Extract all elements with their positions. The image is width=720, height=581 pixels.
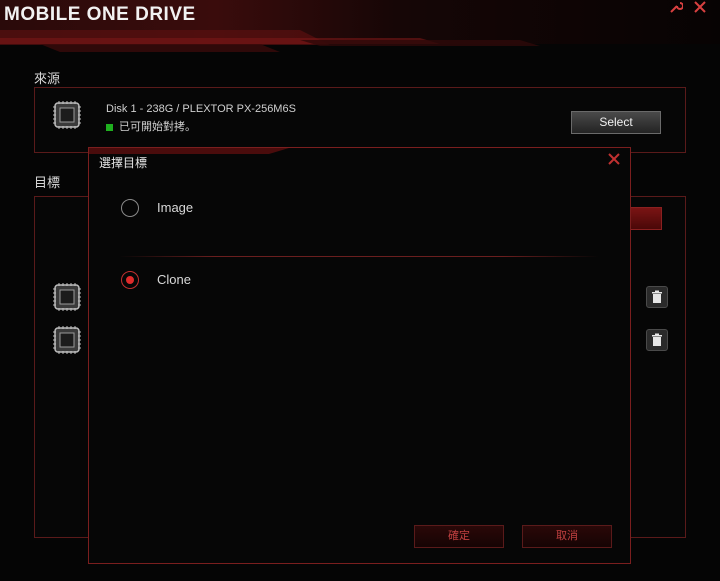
cancel-button[interactable]: 取消 [522, 525, 612, 548]
divider [119, 256, 599, 257]
select-target-dialog: 選擇目標 Image Clone 確定 取消 [88, 147, 631, 564]
select-button[interactable]: Select [571, 111, 661, 134]
status-ok-icon [106, 123, 113, 131]
confirm-button[interactable]: 確定 [414, 525, 504, 548]
disk-chip-icon [53, 101, 81, 129]
destination-label: 目標 [34, 175, 61, 190]
radio-option-image[interactable]: Image [121, 199, 261, 223]
source-disk-name: Disk 1 - 238G / PLEXTOR PX-256M6S [106, 103, 296, 115]
radio-button[interactable] [121, 199, 139, 217]
source-label: 來源 [34, 71, 61, 86]
dialog-title: 選擇目標 [99, 156, 148, 170]
delete-button[interactable] [646, 329, 668, 351]
trash-icon [652, 290, 662, 303]
radio-option-clone[interactable]: Clone [121, 271, 261, 295]
app-title: MOBILE ONE DRIVE [4, 4, 196, 25]
source-status-text: 已可開始對拷。 [119, 121, 196, 133]
source-disk-status: 已可開始對拷。 [106, 118, 196, 134]
radio-label-image: Image [157, 200, 194, 215]
radio-label-clone: Clone [157, 272, 191, 287]
app-header: MOBILE ONE DRIVE [0, 0, 720, 52]
disk-chip-icon [53, 283, 81, 311]
disk-chip-icon [53, 326, 81, 354]
close-icon[interactable] [607, 152, 621, 166]
trash-icon [652, 333, 662, 346]
close-icon[interactable] [693, 0, 707, 14]
radio-selected-dot [126, 276, 134, 284]
delete-button[interactable] [646, 286, 668, 308]
wrench-icon[interactable] [669, 0, 683, 14]
radio-button[interactable] [121, 271, 139, 289]
